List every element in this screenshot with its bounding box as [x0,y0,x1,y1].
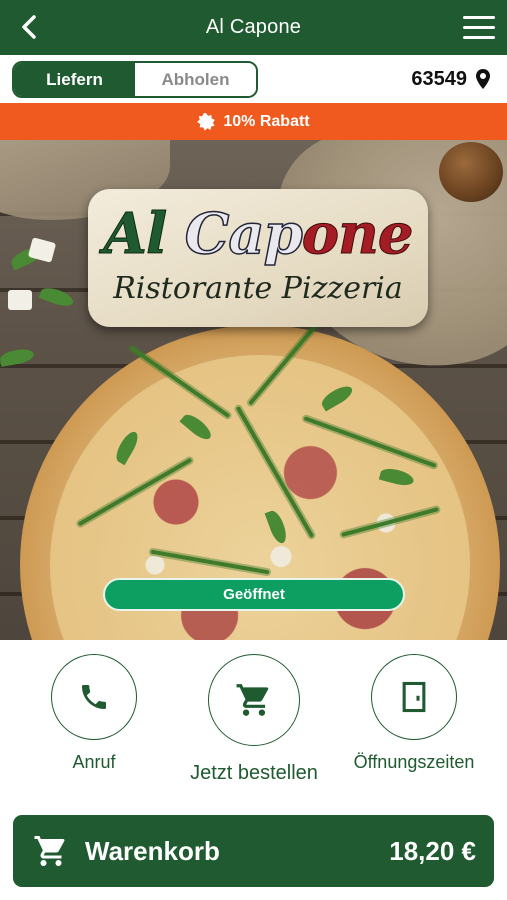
logo-text-one: one [301,201,414,268]
phone-icon [82,685,106,709]
location-pin-icon [476,69,490,89]
restaurant-logo: Al Capone Ristorante Pizzeria [88,189,428,327]
mushroom-decoration [439,142,503,202]
open-status-badge: Geöffnet [103,578,405,611]
order-now-button[interactable]: Jetzt bestellen [190,654,318,785]
zip-code: 63549 [411,67,467,90]
page-title: Al Capone [205,16,302,38]
tab-abholen[interactable]: Abholen [135,63,256,96]
cart-total: 18,20 € [389,836,476,866]
cart-icon [236,684,269,716]
opening-hours-label: Öffnungszeiten [353,752,475,772]
discount-banner[interactable]: 10% Rabatt [0,103,507,140]
cart-label: Warenkorb [85,836,220,866]
door-icon [402,681,426,713]
call-button[interactable]: Anruf [51,654,137,773]
top-app-bar: Al Capone [0,0,507,55]
logo-text-cap: Cap [184,200,304,268]
menu-button[interactable] [461,13,497,43]
call-label: Anruf [72,752,116,772]
badge-icon [197,112,216,131]
order-mode-bar: Liefern Abholen 63549 [0,55,507,103]
quick-actions: Anruf Jetzt bestellen Öffnungszeiten [0,640,507,800]
hero-image: Al Capone Ristorante Pizzeria [0,140,507,640]
tab-liefern[interactable]: Liefern [14,63,135,96]
zip-code-selector[interactable]: 63549 [411,65,491,93]
opening-hours-button[interactable]: Öffnungszeiten [354,654,474,773]
cart-button[interactable]: Warenkorb 18,20 € [13,815,494,887]
order-mode-toggle: Liefern Abholen [12,61,258,98]
cart-icon [34,836,65,866]
discount-text: 10% Rabatt [223,112,310,130]
logo-text-al: Al [103,201,168,268]
order-now-label: Jetzt bestellen [190,762,318,784]
hamburger-menu-icon [463,16,495,19]
logo-subtitle: Ristorante Pizzeria [113,271,403,306]
